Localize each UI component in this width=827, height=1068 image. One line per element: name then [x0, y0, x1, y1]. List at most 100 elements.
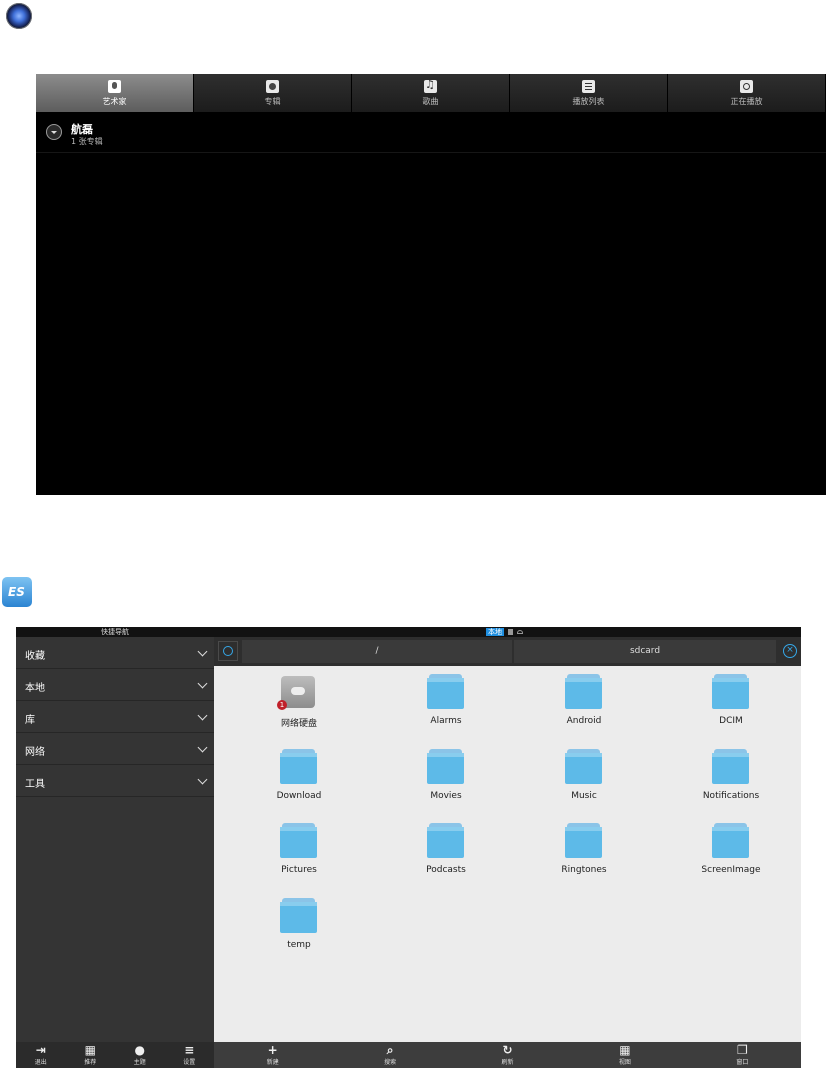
refresh-icon: ↻ — [502, 1043, 513, 1057]
toolbar-label: 退出 — [34, 1059, 47, 1066]
toolbar-label: 主题 — [133, 1059, 146, 1066]
theme-icon: ● — [134, 1043, 145, 1057]
sidebar-item-network[interactable]: 网络 — [16, 733, 214, 765]
file-item-folder[interactable]: temp — [239, 894, 359, 958]
file-label: Download — [276, 791, 322, 801]
sidebar-item-local[interactable]: 本地 — [16, 669, 214, 701]
file-label: Android — [566, 716, 602, 726]
file-item-folder[interactable]: Download — [239, 745, 359, 809]
mic-icon — [108, 79, 121, 93]
file-item-folder[interactable]: Notifications — [671, 745, 791, 809]
tab-now-playing[interactable]: 正在播放 — [668, 74, 826, 112]
local-badge: 本地 — [486, 628, 504, 636]
status-indicator: 本地 — [486, 628, 523, 636]
chevron-down-icon — [197, 742, 208, 753]
sidebar-item-label: 收藏 — [25, 651, 45, 662]
nowplaying-icon — [740, 79, 753, 93]
theme-button[interactable]: ● 主题 — [115, 1042, 165, 1068]
tab-artists[interactable]: 艺术家 — [36, 74, 194, 112]
toolbar-label: 窗口 — [736, 1059, 749, 1066]
file-item-folder[interactable]: ScreenImage — [671, 819, 791, 883]
file-explorer-window: 快捷导航 本地 收藏 本地 库 网络 工具 / sdcard × 1 网络硬盘 … — [16, 627, 801, 1068]
settings-icon: ≡ — [184, 1043, 195, 1057]
sidebar-item-label: 库 — [25, 715, 35, 726]
new-button[interactable]: + 新建 — [214, 1042, 331, 1068]
notification-badge: 1 — [277, 700, 287, 710]
path-current-segment[interactable]: sdcard — [514, 640, 776, 663]
folder-icon — [712, 823, 749, 858]
chevron-down-icon — [197, 646, 208, 657]
path-root-segment[interactable]: / — [242, 640, 512, 663]
sidebar-item-label: 工具 — [25, 779, 45, 790]
folder-icon — [712, 749, 749, 784]
file-label: Pictures — [281, 865, 317, 875]
file-item-folder[interactable]: Alarms — [386, 670, 506, 734]
file-label: Podcasts — [426, 865, 466, 875]
toolbar-label: 搜索 — [384, 1059, 397, 1066]
path-bar: / sdcard × — [214, 637, 801, 666]
toolbar-label: 刷新 — [501, 1059, 514, 1066]
file-item-folder[interactable]: Podcasts — [386, 819, 506, 883]
folder-icon — [565, 674, 602, 709]
tab-songs[interactable]: 歌曲 — [352, 74, 510, 112]
sidebar-item-favorites[interactable]: 收藏 — [16, 637, 214, 669]
folder-icon — [280, 823, 317, 858]
file-item-cloud-drive[interactable]: 1 网络硬盘 — [239, 670, 359, 734]
file-item-folder[interactable]: Movies — [386, 745, 506, 809]
plus-icon: + — [267, 1043, 278, 1057]
sidebar-item-library[interactable]: 库 — [16, 701, 214, 733]
folder-icon — [280, 898, 317, 933]
file-item-folder[interactable]: DCIM — [671, 670, 791, 734]
file-label: ScreenImage — [701, 865, 761, 875]
note-icon — [424, 78, 437, 93]
file-item-folder[interactable]: Music — [524, 745, 644, 809]
gift-icon: ▦ — [84, 1043, 96, 1057]
exit-button[interactable]: ⇥ 退出 — [16, 1042, 66, 1068]
file-label: DCIM — [719, 716, 743, 726]
close-icon[interactable]: × — [783, 644, 797, 658]
quicknav-sidebar: 收藏 本地 库 网络 工具 — [16, 637, 214, 1042]
toolbar-label: 视图 — [618, 1059, 631, 1066]
folder-icon — [427, 823, 464, 858]
status-bar: 快捷导航 本地 — [16, 627, 801, 637]
toolbar-label: 新建 — [266, 1059, 279, 1066]
chevron-down-icon — [197, 678, 208, 689]
file-grid: 1 网络硬盘 Alarms Android DCIM Download Movi… — [214, 666, 801, 1042]
artist-row[interactable]: 航磊 1 张专辑 — [36, 114, 826, 153]
sidebar-item-label: 本地 — [25, 683, 45, 694]
sidebar-item-tools[interactable]: 工具 — [16, 765, 214, 797]
search-icon: ⌕ — [386, 1043, 394, 1057]
music-tabbar: 艺术家 专辑 歌曲 播放列表 正在播放 — [36, 74, 826, 112]
tab-albums[interactable]: 专辑 — [194, 74, 352, 112]
grid-view-icon: ▦ — [619, 1043, 631, 1057]
folder-icon — [565, 749, 602, 784]
main-toolbar: + 新建 ⌕ 搜索 ↻ 刷新 ▦ 视图 ❐ 窗口 — [214, 1042, 801, 1068]
file-item-folder[interactable]: Android — [524, 670, 644, 734]
search-button[interactable]: ⌕ 搜索 — [331, 1042, 448, 1068]
toolbar-label: 推荐 — [84, 1059, 97, 1066]
recommend-button[interactable]: ▦ 推荐 — [66, 1042, 116, 1068]
file-label: Music — [571, 791, 597, 801]
file-label: 网络硬盘 — [280, 719, 317, 729]
tab-label: 播放列表 — [572, 96, 605, 106]
refresh-button[interactable]: ↻ 刷新 — [449, 1042, 566, 1068]
file-label: Movies — [430, 791, 462, 801]
list-icon — [582, 79, 595, 93]
settings-button[interactable]: ≡ 设置 — [165, 1042, 215, 1068]
view-button[interactable]: ▦ 视图 — [566, 1042, 683, 1068]
globe-toggle-icon[interactable] — [218, 641, 238, 661]
exit-icon: ⇥ — [35, 1043, 46, 1057]
expand-circle-icon[interactable] — [46, 124, 62, 140]
file-label: temp — [287, 940, 311, 950]
tab-label: 正在播放 — [730, 96, 763, 106]
music-player: 艺术家 专辑 歌曲 播放列表 正在播放 航磊 1 张专辑 — [36, 74, 826, 495]
folder-icon — [565, 823, 602, 858]
file-item-folder[interactable]: Pictures — [239, 819, 359, 883]
windows-button[interactable]: ❐ 窗口 — [684, 1042, 801, 1068]
tab-playlists[interactable]: 播放列表 — [510, 74, 668, 112]
folder-icon — [280, 749, 317, 784]
sidebar-toolbar: ⇥ 退出 ▦ 推荐 ● 主题 ≡ 设置 — [16, 1042, 214, 1068]
tab-label: 歌曲 — [422, 96, 439, 106]
folder-icon — [712, 674, 749, 709]
file-item-folder[interactable]: Ringtones — [524, 819, 644, 883]
